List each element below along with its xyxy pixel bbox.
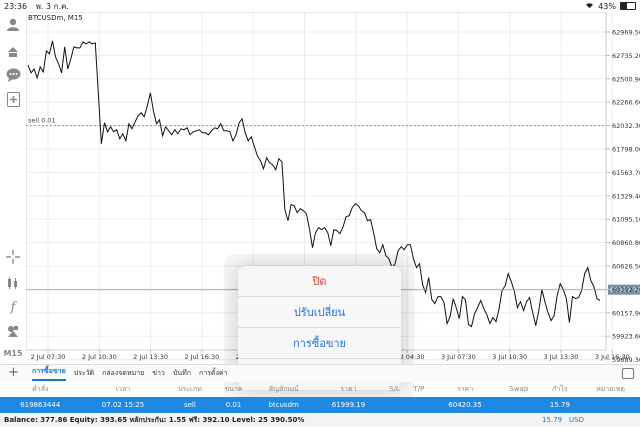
indicator-icon[interactable] [4, 274, 22, 292]
add-icon[interactable]: + [8, 366, 19, 380]
cell-price: 61999.19 [314, 397, 383, 413]
orders-header-row: คำสั่ง เวลา ประเภท ขนาด สัญลักษณ์ ราคา S… [0, 381, 640, 397]
tab-journal[interactable]: บันทึก [173, 368, 191, 379]
balance-summary: Balance: 377.86 Equity: 393.65 หลักประกั… [4, 415, 305, 424]
objects-icon[interactable] [4, 322, 22, 340]
menu-trade[interactable]: การซื้อขาย [238, 328, 401, 359]
collapse-panel-icon[interactable] [622, 368, 634, 379]
cell-order: 619863444 [0, 397, 81, 413]
y-tick-label: 60626.50 [612, 263, 640, 271]
cell-type: sell [165, 397, 215, 413]
cell-time: 07.02 15:25 [80, 397, 166, 413]
x-tick-label: 2 Jul 13:30 [133, 353, 168, 361]
col-current-price[interactable]: ราคา [431, 381, 499, 397]
y-tick-label: 61329.40 [612, 192, 640, 200]
status-bar: 23:36 พ. 3 ก.ค. 43% [0, 0, 640, 12]
status-date: พ. 3 ก.ค. [35, 1, 69, 11]
y-axis-labels: 62969.50 62735.20 62500.90 62266.60 62032.30… [606, 29, 640, 364]
col-time[interactable]: เวลา [80, 381, 165, 397]
y-tick-label: 62969.50 [612, 29, 640, 37]
x-tick-label: 2 Jul 10:30 [82, 353, 117, 361]
y-tick-label: 62032.30 [612, 122, 640, 130]
col-symbol[interactable]: สัญลักษณ์ [253, 381, 315, 397]
y-tick-label: 60157.90 [612, 309, 640, 317]
cell-swap [498, 397, 539, 413]
menu-modify-order[interactable]: ปรับเปลี่ยน [238, 297, 401, 328]
timeframe-button[interactable]: M15 [3, 344, 22, 362]
tab-mailbox[interactable]: กล่องจดหมาย [102, 368, 144, 379]
sell-order-label: sell 0.01 [28, 117, 56, 125]
col-type[interactable]: ประเภท [165, 381, 214, 397]
y-tick-label: 62500.90 [612, 75, 640, 83]
x-tick-label: 2 Jul 07:30 [31, 353, 66, 361]
total-profit: 15.79 [542, 416, 563, 424]
y-tick-label: 62735.20 [612, 52, 640, 60]
tab-history[interactable]: ประวัติ [74, 368, 94, 379]
crosshair-icon[interactable] [4, 248, 22, 266]
status-time: 23:36 [4, 1, 28, 11]
trade-icon[interactable] [4, 42, 22, 60]
tab-settings[interactable]: การตั้งค่า [199, 368, 228, 379]
balance-bar: Balance: 377.86 Equity: 393.65 หลักประกั… [0, 413, 640, 427]
col-profit[interactable]: กำไร [539, 381, 581, 397]
x-tick-label: 3 Jul 10:30 [492, 353, 527, 361]
orders-table: คำสั่ง เวลา ประเภท ขนาด สัญลักษณ์ ราคา S… [0, 381, 640, 413]
col-price[interactable]: ราคา [315, 381, 383, 397]
y-tick-label: 61798.00 [612, 146, 640, 154]
cell-sl [382, 397, 407, 413]
x-tick-label: 3 Jul 16:30 [595, 353, 630, 361]
account-icon[interactable] [4, 16, 22, 34]
col-sl[interactable]: S/L [382, 381, 406, 397]
function-icon[interactable]: f [4, 298, 22, 316]
y-tick-label: 60392.20 [612, 286, 640, 294]
col-order[interactable]: คำสั่ง [0, 381, 80, 397]
cell-tp [406, 397, 432, 413]
col-swap[interactable]: Swap [499, 381, 539, 397]
battery-percent: 43% [598, 1, 616, 11]
sell-order-line: sell 0.01 [26, 117, 606, 127]
cell-symbol: btcusdm [252, 397, 315, 413]
x-tick-label: 3 Jul 07:30 [441, 353, 476, 361]
symbol-label: BTCUSDm, M15 [28, 14, 83, 22]
wifi-icon [585, 2, 594, 11]
col-comment[interactable]: หมายเหตุ [581, 381, 640, 397]
cell-comment [580, 397, 640, 413]
new-order-icon[interactable] [4, 90, 22, 108]
chat-icon[interactable] [4, 66, 22, 84]
y-tick-label: 61563.70 [612, 169, 640, 177]
x-tick-label: 3 Jul 13:30 [544, 353, 579, 361]
col-size[interactable]: ขนาด [214, 381, 252, 397]
profit-currency: USD [569, 416, 584, 424]
col-tp[interactable]: T/P [407, 381, 432, 397]
bottom-tab-bar: + การซื้อขาย ประวัติ กล่องจดหมาย ข่าว บั… [0, 364, 640, 382]
menu-close-order[interactable]: ปิด [238, 266, 401, 297]
left-toolbar: f M15 [0, 12, 26, 364]
tab-news[interactable]: ข่าว [152, 368, 165, 379]
cell-profit: 15.79 [538, 397, 581, 413]
table-row[interactable]: 619863444 07.02 15:25 sell 0.01 btcusdm … [0, 397, 640, 413]
x-tick-label: 2 Jul 16:30 [184, 353, 219, 361]
y-tick-label: 62266.60 [612, 99, 640, 107]
cell-size: 0.01 [214, 397, 253, 413]
y-tick-label: 60860.80 [612, 239, 640, 247]
y-tick-label: 61095.10 [612, 216, 640, 224]
y-tick-label: 59923.60 [612, 333, 640, 341]
battery-icon [620, 2, 636, 10]
tab-trade[interactable]: การซื้อขาย [32, 366, 66, 381]
cell-current-price: 60420.35 [431, 397, 499, 413]
